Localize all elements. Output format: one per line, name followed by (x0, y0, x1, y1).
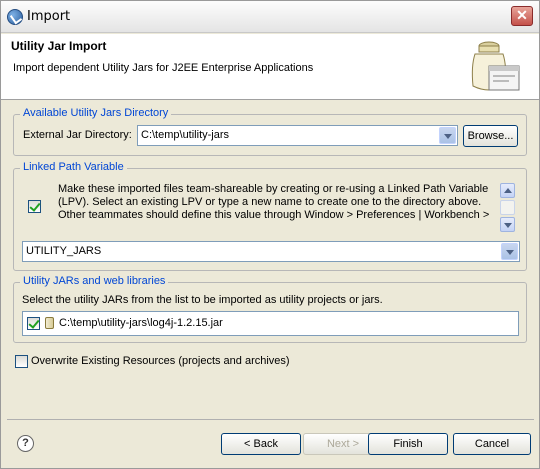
available-jars-group: Available Utility Jars Directory Externa… (13, 107, 527, 156)
utility-jars-group-label: Utility JARs and web libraries (20, 275, 169, 287)
eclipse-app-icon (7, 9, 23, 25)
chevron-down-icon[interactable] (439, 127, 456, 144)
window-title: Import (27, 9, 71, 24)
help-icon[interactable]: ? (17, 435, 34, 452)
linked-path-variable-group: Linked Path Variable Make these imported… (13, 161, 527, 271)
linked-path-variable-group-label: Linked Path Variable (20, 161, 127, 173)
close-button[interactable]: ✕ (511, 6, 533, 26)
import-dialog: Import ✕ Utility Jar Import Import depen… (0, 0, 540, 469)
utility-jars-group: Utility JARs and web libraries Select th… (13, 275, 527, 343)
jar-item-label[interactable]: C:\temp\utility-jars\log4j-1.2.15.jar (59, 317, 223, 329)
jar-file-icon (45, 317, 54, 329)
scroll-track[interactable] (500, 200, 515, 215)
back-button[interactable]: < Back (221, 433, 301, 455)
page-title: Utility Jar Import (11, 39, 107, 53)
available-jars-group-label: Available Utility Jars Directory (20, 107, 172, 119)
description-line-2: (LPV). Select an existing LPV or type a … (58, 196, 482, 208)
overwrite-checkbox[interactable] (15, 355, 28, 368)
wizard-header: Utility Jar Import Import dependent Util… (1, 34, 539, 100)
linked-path-description: Make these imported files team-shareable… (58, 183, 498, 222)
description-line-1: Make these imported files team-shareable… (58, 183, 489, 195)
external-jar-directory-label: External Jar Directory: (23, 129, 132, 141)
external-jar-directory-combo[interactable]: C:\temp\utility-jars (137, 125, 458, 146)
linked-path-variable-value: UTILITY_JARS (26, 245, 102, 257)
chevron-down-icon[interactable] (501, 243, 518, 260)
jar-item-checkbox[interactable] (27, 317, 40, 330)
scroll-up-button[interactable] (500, 183, 515, 198)
overwrite-label[interactable]: Overwrite Existing Resources (projects a… (31, 355, 290, 367)
page-description: Import dependent Utility Jars for J2EE E… (13, 62, 314, 74)
external-jar-directory-value: C:\temp\utility-jars (141, 129, 230, 141)
jar-import-icon (471, 41, 520, 91)
team-shareable-checkbox[interactable] (28, 200, 41, 213)
utility-jars-instruction: Select the utility JARs from the list to… (22, 294, 383, 306)
scroll-down-button[interactable] (500, 217, 515, 232)
finish-button[interactable]: Finish (368, 433, 448, 455)
utility-jars-list[interactable]: C:\temp\utility-jars\log4j-1.2.15.jar (22, 311, 519, 336)
title-bar: Import ✕ (1, 1, 539, 33)
browse-button[interactable]: Browse... (463, 125, 518, 147)
footer-separator (7, 419, 534, 420)
cancel-button[interactable]: Cancel (453, 433, 531, 455)
description-line-3: Other teammates should define this value… (58, 209, 490, 221)
linked-path-variable-combo[interactable]: UTILITY_JARS (22, 241, 520, 262)
